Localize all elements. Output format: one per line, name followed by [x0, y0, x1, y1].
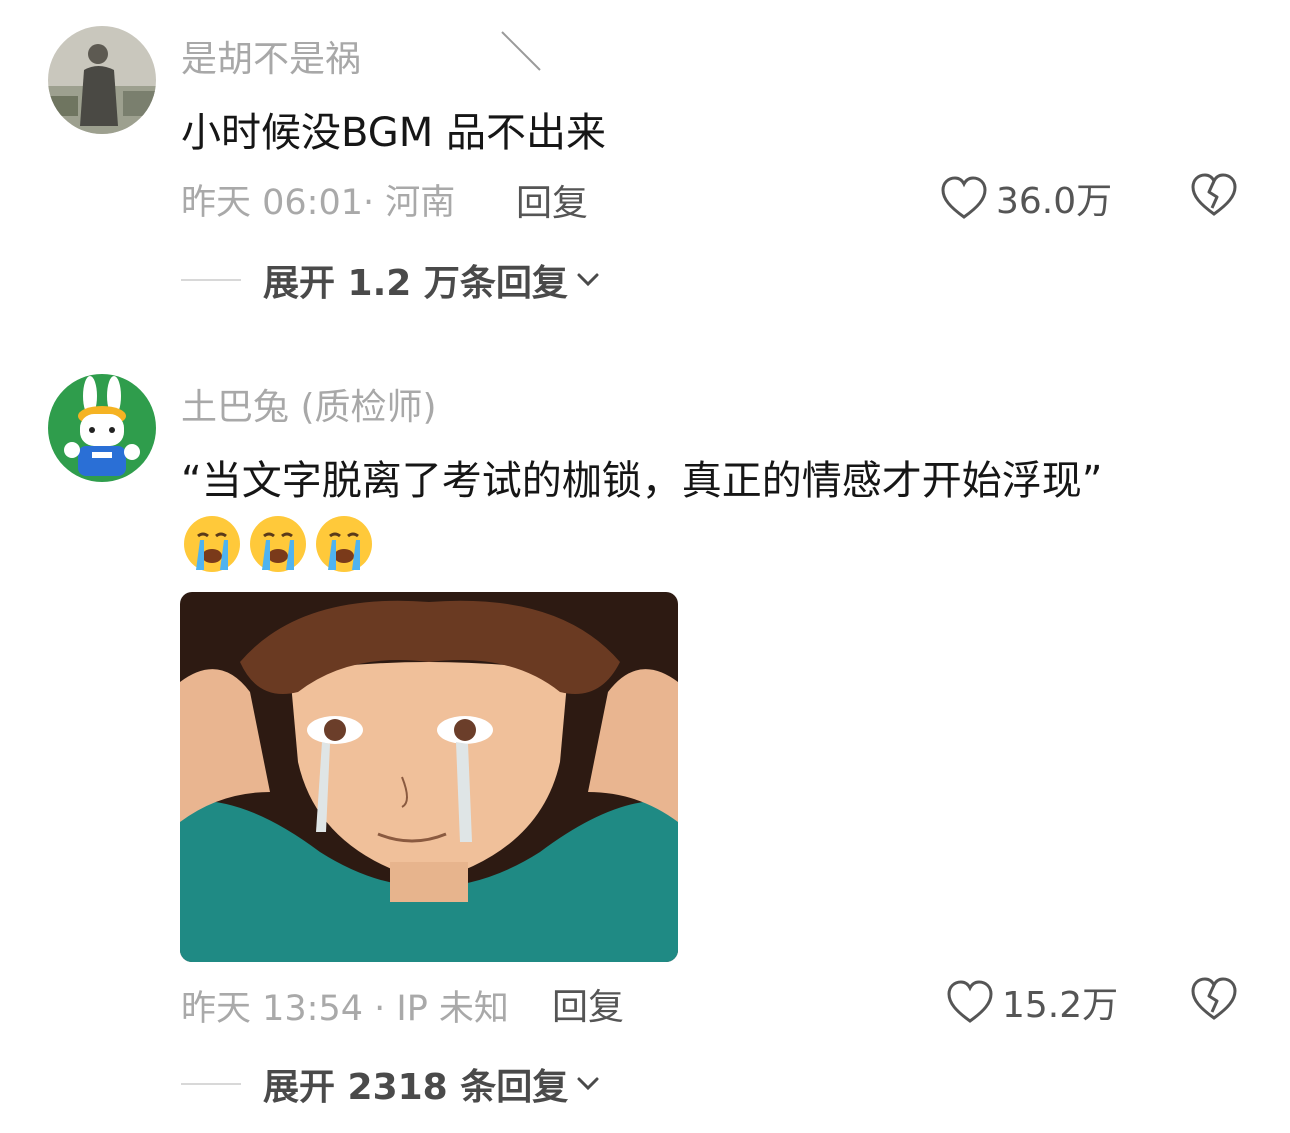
like-count: 15.2万	[1002, 985, 1119, 1026]
username[interactable]: 是胡不是祸	[181, 30, 361, 82]
avatar[interactable]	[48, 374, 156, 482]
crying-face-icon	[250, 516, 306, 572]
slash-mark	[501, 31, 541, 71]
chevron-down-icon	[577, 1077, 599, 1091]
crying-face-icon	[184, 516, 240, 572]
reply-button[interactable]: 回复	[552, 978, 624, 1030]
like-count: 36.0万	[996, 181, 1113, 222]
expand-replies-label: 展开 2318 条回复	[263, 1067, 569, 1108]
comment-meta: 昨天 13:54 · IP 未知	[181, 989, 509, 1029]
comment-text: “当文字脱离了考试的枷锁，真正的情感才开始浮现”	[181, 458, 1103, 504]
reply-button[interactable]: 回复	[516, 174, 588, 226]
avatar[interactable]	[48, 26, 156, 134]
heart-icon	[947, 980, 993, 1023]
comment-text: 小时候没BGM 品不出来	[181, 110, 606, 156]
username[interactable]: 土巴兔 (质检师)	[181, 378, 437, 430]
comment-image[interactable]	[180, 592, 678, 962]
comment-meta: 昨天 06:01· 河南	[181, 183, 456, 223]
expand-replies[interactable]: 展开 2318 条回复	[181, 1058, 600, 1110]
divider	[181, 279, 241, 281]
heart-icon	[941, 176, 987, 219]
like-button[interactable]: 36.0万	[940, 172, 1112, 224]
broken-heart-icon	[1191, 977, 1237, 1020]
emoji-row	[182, 514, 374, 574]
expand-replies[interactable]: 展开 1.2 万条回复	[181, 254, 600, 306]
broken-heart-icon	[1191, 173, 1237, 216]
crying-face-icon	[316, 516, 372, 572]
expand-replies-label: 展开 1.2 万条回复	[263, 263, 568, 304]
like-button[interactable]: 15.2万	[946, 976, 1118, 1028]
dislike-button[interactable]	[1190, 976, 1238, 1026]
chevron-down-icon	[577, 273, 599, 287]
divider	[181, 1083, 241, 1085]
dislike-button[interactable]	[1190, 172, 1238, 222]
